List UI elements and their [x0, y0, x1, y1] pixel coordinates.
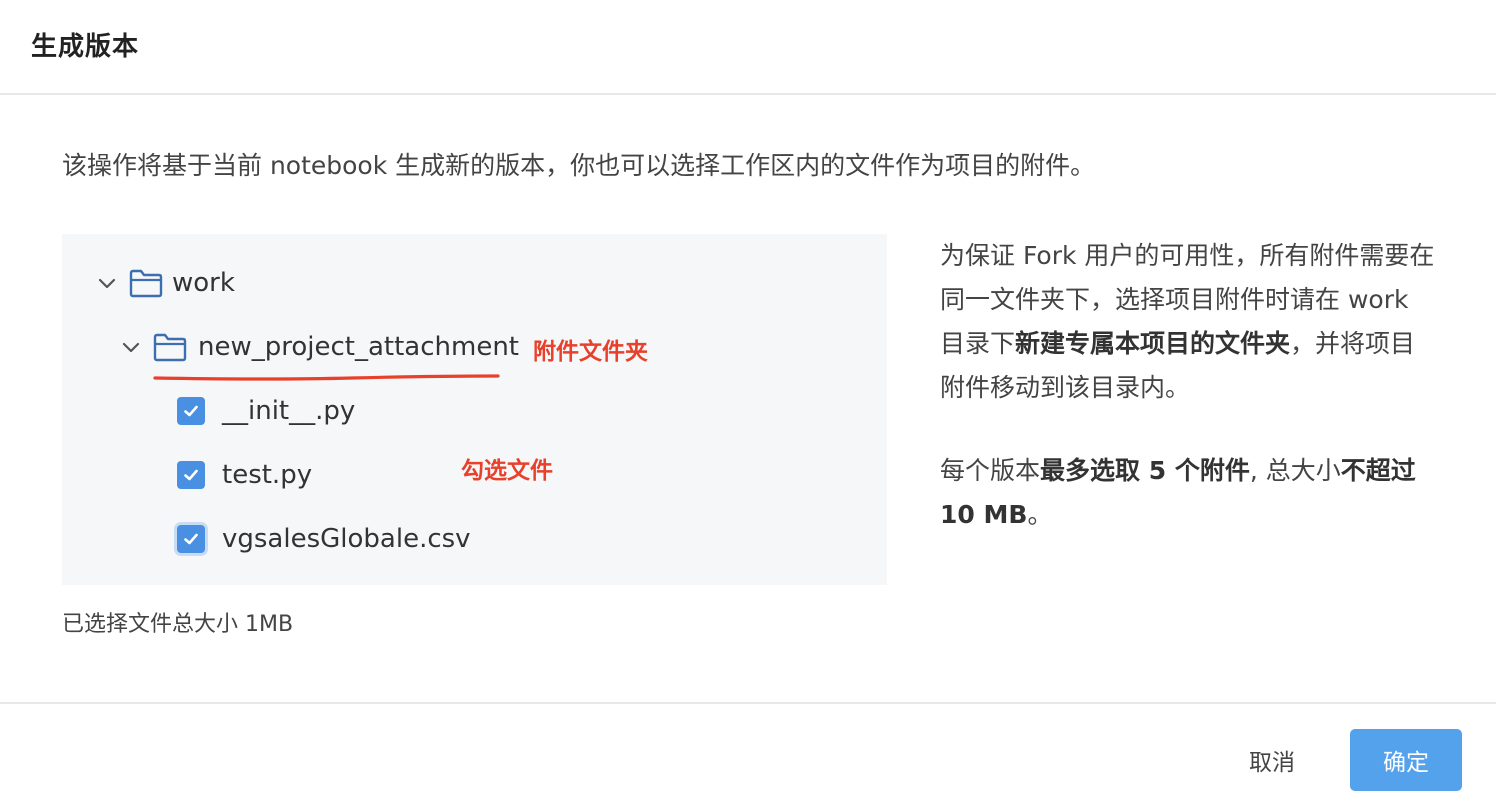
file-label: test.py — [222, 460, 313, 490]
cancel-button[interactable]: 取消 — [1222, 729, 1322, 791]
generate-version-dialog: 生成版本 该操作将基于当前 notebook 生成新的版本，你也可以选择工作区内… — [0, 0, 1496, 810]
selected-size-text: 已选择文件总大小 1MB — [62, 612, 294, 637]
dialog-header: 生成版本 — [0, 0, 1496, 95]
file-item-init-py[interactable]: __init__.py — [177, 391, 355, 431]
rules-paragraph-limits: 每个版本最多选取 5 个附件, 总大小不超过 10 MB。 — [940, 456, 1416, 529]
tree-node-work[interactable]: work — [96, 263, 235, 303]
file-item-vgsalesglobale-csv[interactable]: vgsalesGlobale.csv — [177, 519, 471, 559]
dialog-intro-text: 该操作将基于当前 notebook 生成新的版本，你也可以选择工作区内的文件作为… — [62, 151, 1096, 180]
chevron-down-icon[interactable] — [120, 336, 142, 358]
tree-node-new-project-attachment[interactable]: new_project_attachment — [120, 327, 519, 367]
annotation-check-note: 勾选文件 — [461, 458, 553, 484]
annotation-folder-note: 附件文件夹 — [533, 339, 648, 365]
folder-icon — [153, 332, 187, 362]
file-tree-panel: work new_project_attachment __init__.py … — [62, 234, 887, 585]
tree-node-label: work — [172, 268, 235, 298]
footer-divider — [0, 702, 1496, 704]
file-label: vgsalesGlobale.csv — [222, 524, 471, 554]
file-checkbox[interactable] — [177, 461, 205, 489]
file-checkbox[interactable] — [177, 525, 205, 553]
file-item-test-py[interactable]: test.py — [177, 455, 312, 495]
annotation-underline — [153, 374, 500, 381]
rules-paragraph-folder: 为保证 Fork 用户的可用性，所有附件需要在同一文件夹下，选择项目附件时请在 … — [940, 241, 1435, 402]
tree-node-label: new_project_attachment — [198, 332, 520, 362]
folder-icon — [129, 268, 163, 298]
chevron-down-icon[interactable] — [96, 272, 118, 294]
attachment-rules-info: 为保证 Fork 用户的可用性，所有附件需要在同一文件夹下，选择项目附件时请在 … — [940, 234, 1440, 537]
dialog-title: 生成版本 — [31, 32, 140, 62]
confirm-button[interactable]: 确定 — [1350, 729, 1462, 791]
file-checkbox[interactable] — [177, 397, 205, 425]
file-label: __init__.py — [222, 396, 356, 426]
